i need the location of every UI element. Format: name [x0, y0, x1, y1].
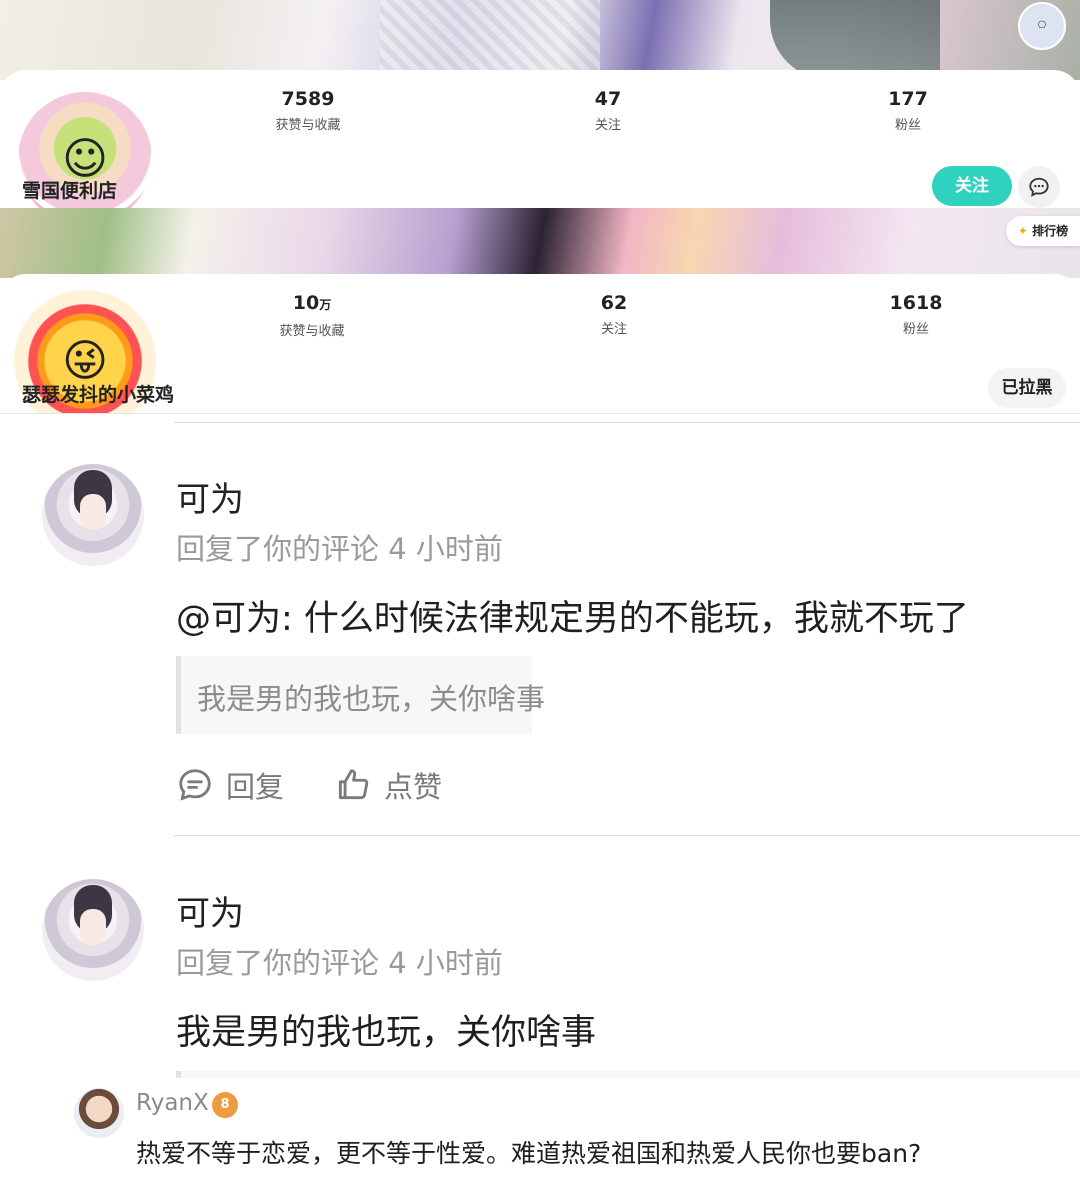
- stat-following-label: 关注: [594, 118, 621, 133]
- emoji-avatar-icon: 😜: [62, 335, 108, 387]
- comment-meta: 回复了你的评论 4 小时前: [176, 532, 503, 566]
- profile-card-1: ⎔ ☺ 7589 获赞与收藏 47 关注 177 粉丝 雪国便利店 关注: [0, 0, 1080, 208]
- blocked-button[interactable]: 已拉黑: [988, 368, 1066, 408]
- stat-likes-value: 7589: [281, 88, 335, 110]
- comment-meta: 回复了你的评论 4 小时前: [176, 946, 503, 980]
- stat-likes-label: 获赞与收藏: [279, 324, 345, 339]
- comment-text: 我是男的我也玩，关你啥事: [176, 1013, 597, 1053]
- like-button[interactable]: 点赞: [334, 764, 442, 806]
- stat-likes-unit: 万: [319, 298, 332, 312]
- ranking-badge[interactable]: ✦ 排行榜: [1006, 216, 1080, 246]
- stat-likes-value: 10万: [232, 292, 392, 316]
- chat-bubble-icon: [1029, 177, 1049, 197]
- comment-author[interactable]: 可为: [176, 472, 244, 521]
- divider: [174, 835, 1080, 836]
- stat-followers-label: 粉丝: [902, 322, 929, 337]
- profile-card-2: ✦ 排行榜 😜 10万 获赞与收藏 62 关注 1618 粉丝 瑟瑟发抖的小菜鸡…: [0, 208, 1080, 414]
- profile-panel: 😜 10万 获赞与收藏 62 关注 1618 粉丝 瑟瑟发抖的小菜鸡 已拉黑: [0, 274, 1080, 413]
- stat-likes-label: 获赞与收藏: [275, 118, 341, 133]
- ranking-label: 排行榜: [1032, 224, 1069, 238]
- reply-author[interactable]: RyanX: [136, 1090, 209, 1116]
- comment-author[interactable]: 可为: [176, 886, 244, 935]
- level-badge-icon: 8: [212, 1092, 238, 1118]
- profile-name: 雪国便利店: [22, 180, 118, 202]
- like-label: 点赞: [384, 770, 443, 804]
- avatar[interactable]: [74, 1088, 124, 1138]
- reply-text: 热爱不等于恋爱，更不等于性爱。难道热爱祖国和热爱人民你也要ban?: [136, 1139, 922, 1168]
- follow-button[interactable]: 关注: [932, 166, 1012, 206]
- stat-followers-value: 1618: [889, 292, 943, 314]
- stat-followers-value: 177: [888, 88, 928, 110]
- stat-likes-number: 10: [292, 292, 320, 314]
- stat-following[interactable]: 47 关注: [528, 88, 688, 133]
- quoted-comment-text: 我是男的我也玩，关你啥事: [197, 682, 546, 716]
- message-button[interactable]: [1018, 166, 1060, 208]
- stat-likes[interactable]: 10万 获赞与收藏: [232, 292, 392, 339]
- profile-banner: [0, 208, 1080, 278]
- reply-label: 回复: [226, 770, 285, 804]
- quoted-comment[interactable]: 我是男的我也玩，关你啥事: [176, 656, 545, 734]
- divider: [174, 422, 1080, 423]
- avatar[interactable]: [42, 464, 144, 566]
- profile-stats: 10万 获赞与收藏 62 关注 1618 粉丝: [160, 292, 1080, 352]
- crown-icon: ✦: [1017, 224, 1028, 238]
- thumbs-up-icon: [338, 769, 369, 800]
- stat-following-value: 47: [594, 88, 622, 110]
- profile-name: 瑟瑟发抖的小菜鸡: [22, 384, 175, 406]
- stat-followers[interactable]: 1618 粉丝: [836, 292, 996, 337]
- stat-following[interactable]: 62 关注: [534, 292, 694, 337]
- reply-button[interactable]: 回复: [176, 764, 284, 806]
- badge-icon[interactable]: ⎔: [1018, 2, 1066, 50]
- stat-following-label: 关注: [600, 322, 627, 337]
- reply-item: RyanX 8 热爱不等于恋爱，更不等于性爱。难道热爱祖国和热爱人民你也要ban…: [60, 1078, 1080, 1180]
- stat-followers[interactable]: 177 粉丝: [828, 88, 988, 133]
- stat-followers-label: 粉丝: [894, 118, 921, 133]
- stat-following-value: 62: [600, 292, 628, 314]
- comment-icon: [179, 769, 211, 801]
- profile-banner: [0, 0, 1080, 80]
- profile-stats: 7589 获赞与收藏 47 关注 177 粉丝: [160, 88, 1080, 148]
- avatar[interactable]: [42, 879, 144, 981]
- comment-text: @可为: 什么时候法律规定男的不能玩，我就不玩了: [176, 599, 969, 639]
- stat-likes[interactable]: 7589 获赞与收藏: [228, 88, 388, 133]
- profile-panel: ☺ 7589 获赞与收藏 47 关注 177 粉丝 雪国便利店 关注: [0, 70, 1080, 208]
